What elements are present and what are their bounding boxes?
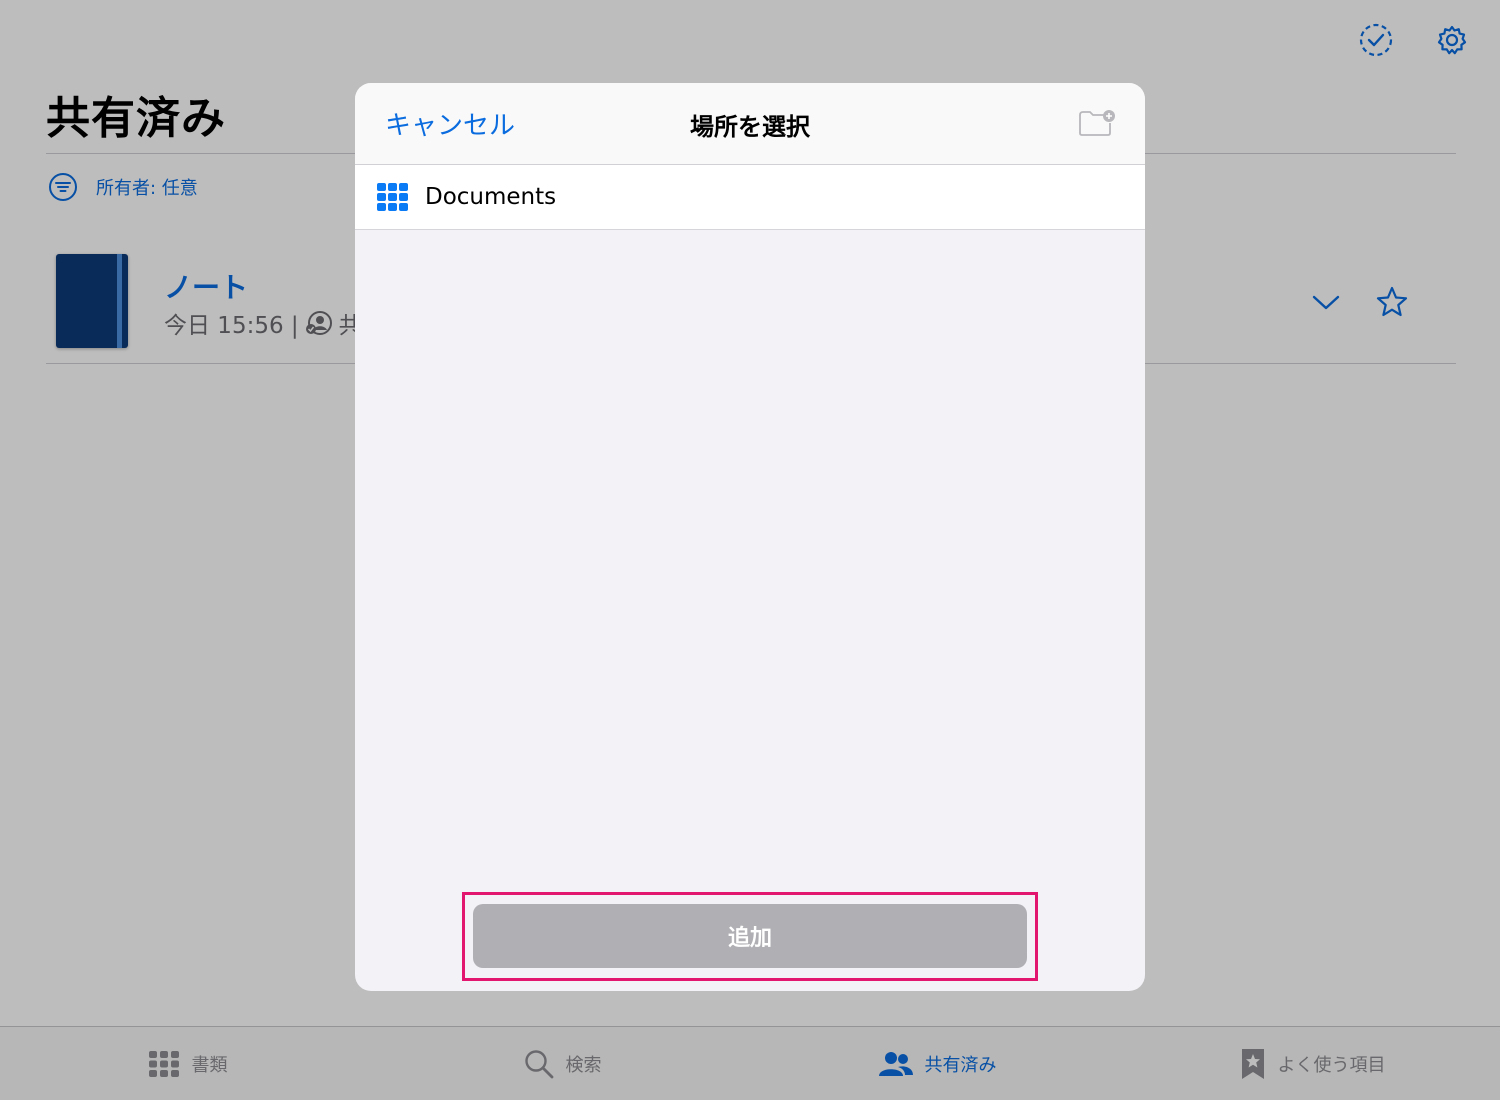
dialog-header: キャンセル 場所を選択 (355, 83, 1145, 165)
dialog-title: 場所を選択 (690, 113, 810, 141)
folder-row-documents[interactable]: Documents (355, 165, 1145, 230)
grid-icon (377, 183, 409, 211)
add-button[interactable]: 追加 (473, 904, 1027, 968)
folder-label: Documents (425, 184, 557, 210)
new-folder-icon[interactable] (1077, 107, 1117, 139)
choose-location-dialog: キャンセル 場所を選択 Documents (355, 83, 1145, 991)
